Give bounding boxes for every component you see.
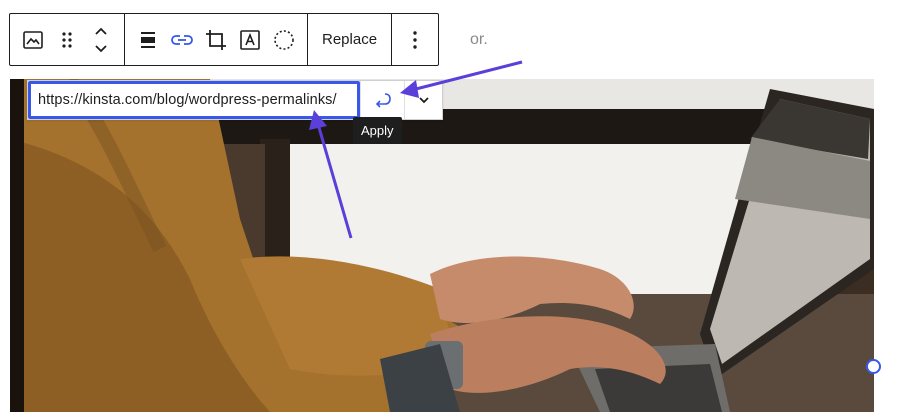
drag-handle-icon [62, 31, 72, 48]
toolbar-group-block [10, 14, 125, 65]
image-block[interactable] [10, 79, 874, 412]
link-url-popover [27, 80, 443, 120]
image-resize-handle[interactable] [866, 359, 881, 374]
laptop-photo [10, 79, 874, 412]
text-overlay-button[interactable] [233, 22, 267, 58]
chevron-down-icon [418, 97, 429, 104]
enter-return-icon [375, 93, 391, 108]
replace-button[interactable]: Replace [314, 31, 385, 48]
duotone-icon [274, 29, 294, 50]
image-icon [23, 30, 43, 49]
apply-tooltip: Apply [353, 117, 402, 144]
align-icon [141, 31, 155, 48]
move-up-down-button[interactable] [84, 22, 118, 58]
more-options-button[interactable] [398, 22, 432, 58]
duotone-button[interactable] [267, 22, 301, 58]
align-button[interactable] [131, 22, 165, 58]
image-block-button[interactable] [16, 22, 50, 58]
editor-canvas: or. Replace https://kinsta.com/blog/word… [0, 0, 920, 412]
crop-button[interactable] [199, 22, 233, 58]
link-icon [171, 34, 193, 45]
link-settings-toggle[interactable] [404, 81, 442, 119]
url-input[interactable] [28, 81, 360, 119]
paragraph-text-fragment: or. [470, 31, 488, 48]
move-up-down-icon [95, 27, 107, 52]
toolbar-group-replace: Replace [308, 14, 393, 65]
more-options-icon [413, 30, 417, 49]
crop-icon [206, 29, 226, 50]
apply-button[interactable] [360, 81, 404, 119]
text-overlay-icon [240, 29, 260, 50]
block-toolbar: Replace [9, 13, 440, 66]
link-button[interactable] [165, 22, 199, 58]
toolbar-group-more [392, 14, 438, 65]
drag-handle-button[interactable] [50, 22, 84, 58]
toolbar-group-tools [125, 14, 308, 65]
